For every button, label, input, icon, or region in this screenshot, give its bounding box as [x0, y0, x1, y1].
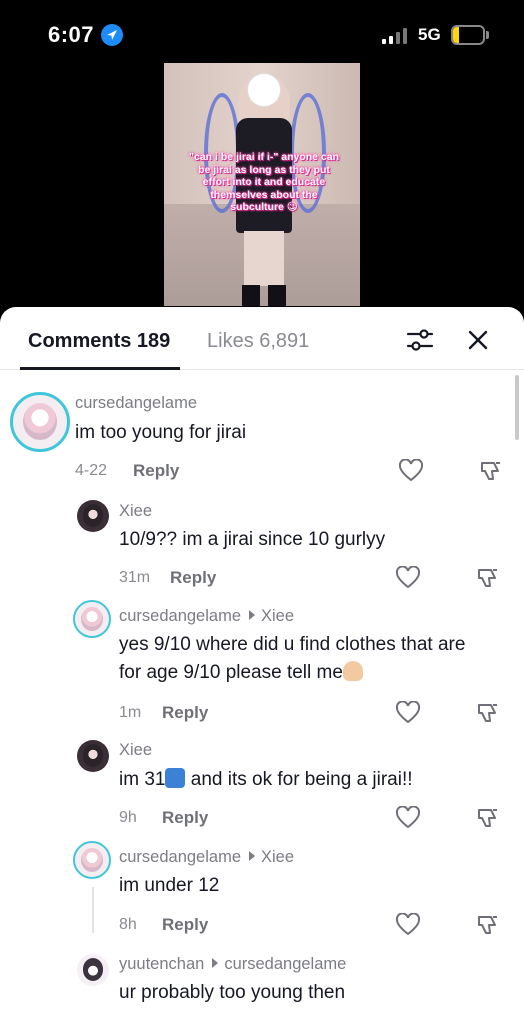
- network-type: 5G: [418, 25, 441, 44]
- comment-text-line: for age 9/10 please tell me: [119, 659, 363, 687]
- avatar[interactable]: [73, 600, 111, 638]
- comment-text-line: yes 9/10 where did u find clothes that a…: [119, 634, 466, 655]
- video-legs: [244, 231, 284, 286]
- comment-text-pre: im 31: [119, 769, 166, 790]
- tab-comments[interactable]: Comments 189: [28, 330, 170, 353]
- reply-button[interactable]: Reply: [162, 915, 208, 935]
- avatar[interactable]: [77, 500, 109, 532]
- video-boot-right: [268, 285, 286, 306]
- sheet-tabs: Comments 189 Likes 6,891: [0, 307, 524, 370]
- dislike-icon[interactable]: [475, 806, 501, 830]
- reply-to-text: Xiee: [261, 607, 295, 625]
- reply-button[interactable]: Reply: [162, 703, 208, 723]
- dislike-icon[interactable]: [475, 566, 501, 590]
- tab-underline: [20, 367, 180, 370]
- avatar[interactable]: [77, 954, 109, 986]
- status-time: 6:07: [48, 22, 95, 47]
- comment-text: im under 12: [119, 875, 220, 896]
- reply-button[interactable]: Reply: [170, 568, 216, 588]
- close-icon[interactable]: [466, 328, 490, 352]
- video-boot-left: [242, 285, 260, 306]
- comment-username[interactable]: Xiee: [119, 502, 152, 521]
- folded-hands-icon: [342, 661, 363, 681]
- comment-text: im 31 and its ok for being a jirai!!: [119, 766, 413, 794]
- heart-icon[interactable]: [395, 805, 421, 830]
- avatar[interactable]: [77, 740, 109, 772]
- username-text: Xiee: [119, 502, 153, 520]
- comment-username[interactable]: cursedangelame Xiee: [119, 607, 294, 626]
- status-bar: 6:07 5G 20: [0, 0, 524, 70]
- scrollbar[interactable]: [515, 375, 519, 440]
- heart-icon[interactable]: [395, 700, 421, 725]
- comments-sheet: Comments 189 Likes 6,891 cursedangelame …: [0, 307, 524, 1024]
- location-arrow-icon: [101, 24, 123, 46]
- comment-username[interactable]: Xiee: [119, 741, 152, 760]
- sliders-icon[interactable]: [406, 327, 434, 353]
- video-caption: "can i be jirai if i-" anyone can be jir…: [189, 151, 339, 213]
- comment-time: 4-22: [75, 462, 108, 479]
- comment-text: ur probably too young then: [119, 982, 346, 1003]
- comment-time: 9h: [119, 809, 137, 826]
- thread-line: [92, 887, 94, 933]
- comment-text: im too young for jirai: [75, 422, 247, 443]
- heart-icon[interactable]: [398, 458, 424, 483]
- reply-button[interactable]: Reply: [162, 808, 208, 828]
- comment-text: for age 9/10 please tell me: [119, 662, 343, 683]
- username-text: cursedangelame: [75, 394, 197, 412]
- username-text: yuutenchan: [119, 955, 205, 973]
- comment-text-post: and its ok for being a jirai!!: [185, 769, 413, 790]
- comment-username[interactable]: yuutenchan cursedangelame: [119, 955, 346, 974]
- dislike-icon[interactable]: [475, 701, 501, 725]
- reply-button[interactable]: Reply: [133, 461, 179, 481]
- tab-likes[interactable]: Likes 6,891: [207, 330, 309, 353]
- comment-text: 10/9?? im a jirai since 10 gurlyy: [119, 529, 386, 550]
- avatar[interactable]: [73, 841, 111, 879]
- battery-percent: 20: [460, 27, 476, 42]
- username-text: Xiee: [119, 741, 153, 759]
- heart-icon[interactable]: [395, 912, 421, 937]
- reply-arrow-icon: [249, 610, 255, 620]
- username-text: cursedangelame: [119, 607, 241, 625]
- reply-arrow-icon: [249, 851, 255, 861]
- comment-time: 1m: [119, 704, 142, 721]
- comment-username[interactable]: cursedangelame: [75, 394, 197, 413]
- dislike-icon[interactable]: [475, 913, 501, 937]
- reply-arrow-icon: [212, 958, 219, 968]
- heart-icon[interactable]: [395, 565, 421, 590]
- username-text: cursedangelame: [119, 848, 241, 866]
- comment-username[interactable]: cursedangelame Xiee: [119, 848, 294, 867]
- comment-time: 8h: [119, 916, 137, 933]
- battery-nub: [486, 31, 489, 39]
- comment-time: 31m: [119, 569, 151, 586]
- battery-icon: 20: [451, 25, 485, 45]
- reply-to-text: Xiee: [261, 848, 295, 866]
- reply-to-text: cursedangelame: [224, 955, 347, 973]
- dislike-icon[interactable]: [478, 459, 504, 483]
- cellular-signal-icon: [382, 28, 410, 44]
- avatar[interactable]: [10, 392, 70, 452]
- video-face-cover: [247, 73, 281, 107]
- repeat-icon: [165, 768, 186, 788]
- video-player[interactable]: "can i be jirai if i-" anyone can be jir…: [164, 63, 360, 306]
